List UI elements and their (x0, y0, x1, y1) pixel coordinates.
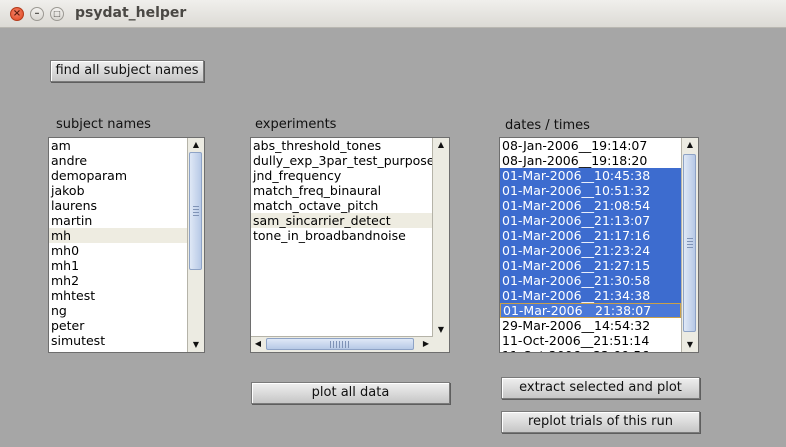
close-icon: × (12, 8, 22, 19)
subject-list-item[interactable]: jakob (49, 183, 187, 198)
experiment-list-item[interactable]: dully_exp_3par_test_purpose (251, 153, 432, 168)
scroll-corner (433, 337, 449, 352)
dates-times-label: dates / times (505, 118, 590, 133)
date-list-item[interactable]: 29-Mar-2006__14:54:32 (500, 318, 681, 333)
scroll-right-arrow-icon[interactable]: ▶ (419, 337, 433, 351)
date-list-item[interactable]: 01-Mar-2006__21:27:15 (500, 258, 681, 273)
date-list-item[interactable]: 01-Mar-2006__10:51:32 (500, 183, 681, 198)
date-list-item[interactable]: 08-Jan-2006__19:14:07 (500, 138, 681, 153)
date-list-item[interactable]: 01-Mar-2006__21:08:54 (500, 198, 681, 213)
date-list-item[interactable]: 01-Mar-2006__21:23:24 (500, 243, 681, 258)
date-list-item[interactable]: 01-Mar-2006__21:17:16 (500, 228, 681, 243)
experiment-horizontal-scrollbar[interactable]: ◀ ▶ (251, 336, 433, 352)
subject-list-item[interactable]: mh (49, 228, 187, 243)
scroll-down-arrow-icon[interactable]: ▼ (433, 323, 449, 337)
experiments-label: experiments (255, 117, 337, 132)
subject-list-item[interactable]: laurens (49, 198, 187, 213)
window-maximize-button[interactable]: □ (50, 7, 64, 21)
maximize-icon: □ (53, 9, 61, 18)
subject-names-label: subject names (56, 117, 151, 132)
subject-scroll-thumb[interactable] (189, 152, 202, 270)
subject-list-item[interactable]: martin (49, 213, 187, 228)
subject-list-item[interactable]: peter (49, 318, 187, 333)
experiment-list-item[interactable]: match_freq_binaural (251, 183, 432, 198)
date-list-item[interactable]: 01-Mar-2006__21:38:07 (500, 303, 681, 318)
dates-scroll-thumb[interactable] (683, 154, 696, 332)
subject-list-item[interactable]: mh0 (49, 243, 187, 258)
experiment-vertical-scrollbar[interactable]: ▲ ▼ (432, 138, 449, 337)
subject-list-items: am andre demoparam jakob laurens martin mh mh0 m… (49, 138, 187, 352)
experiment-list-item[interactable]: jnd_frequency (251, 168, 432, 183)
subject-list-item[interactable]: mh1 (49, 258, 187, 273)
title-bar: × – □ psydat_helper (0, 0, 786, 28)
date-list-item[interactable]: 11-Oct-2006__21:51:14 (500, 333, 681, 348)
scroll-up-arrow-icon[interactable]: ▲ (188, 138, 204, 152)
scroll-up-arrow-icon[interactable]: ▲ (682, 138, 698, 152)
scroll-left-arrow-icon[interactable]: ◀ (251, 337, 265, 351)
date-list-items: 08-Jan-2006__19:14:07 08-Jan-2006__19:18:… (500, 138, 681, 352)
subject-list-item[interactable]: andre (49, 153, 187, 168)
plot-all-data-button[interactable]: plot all data (251, 382, 450, 404)
replot-trials-of-this-run-button[interactable]: replot trials of this run (501, 411, 700, 433)
window-close-button[interactable]: × (10, 7, 24, 21)
subject-list-item[interactable]: ng (49, 303, 187, 318)
extract-selected-and-plot-button[interactable]: extract selected and plot (501, 377, 700, 399)
date-list-item[interactable]: 11-Oct-2006__22:00:56 (500, 348, 681, 352)
experiment-list-item[interactable]: tone_in_broadbandnoise (251, 228, 432, 243)
scroll-down-arrow-icon[interactable]: ▼ (682, 338, 698, 352)
scroll-down-arrow-icon[interactable]: ▼ (188, 338, 204, 352)
subject-vertical-scrollbar[interactable]: ▲ ▼ (187, 138, 204, 352)
subject-list-item[interactable]: mhtest (49, 288, 187, 303)
scroll-up-arrow-icon[interactable]: ▲ (433, 138, 449, 152)
subject-list-item[interactable]: mh2 (49, 273, 187, 288)
date-list-item[interactable]: 08-Jan-2006__19:18:20 (500, 153, 681, 168)
window-title: psydat_helper (75, 5, 187, 21)
find-all-subject-names-button[interactable]: find all subject names (50, 60, 204, 82)
window-minimize-button[interactable]: – (30, 7, 44, 21)
dates-times-listbox[interactable]: 08-Jan-2006__19:14:07 08-Jan-2006__19:18:… (499, 137, 699, 353)
experiments-listbox[interactable]: abs_threshold_tones dully_exp_3par_test_p… (250, 137, 450, 353)
subject-list-item[interactable]: demoparam (49, 168, 187, 183)
date-list-item[interactable]: 01-Mar-2006__21:34:38 (500, 288, 681, 303)
experiment-list-items: abs_threshold_tones dully_exp_3par_test_p… (251, 138, 432, 337)
experiment-list-item[interactable]: match_octave_pitch (251, 198, 432, 213)
date-list-item[interactable]: 01-Mar-2006__10:45:38 (500, 168, 681, 183)
subject-names-listbox[interactable]: am andre demoparam jakob laurens martin mh mh0 m… (48, 137, 205, 353)
subject-list-item[interactable]: simutest (49, 333, 187, 348)
dates-vertical-scrollbar[interactable]: ▲ ▼ (681, 138, 698, 352)
experiment-list-item[interactable]: sam_sincarrier_detect (251, 213, 432, 228)
minimize-icon: – (34, 8, 40, 19)
subject-list-item[interactable]: am (49, 138, 187, 153)
experiment-hscroll-thumb[interactable] (266, 338, 414, 350)
date-list-item[interactable]: 01-Mar-2006__21:13:07 (500, 213, 681, 228)
experiment-list-item[interactable]: abs_threshold_tones (251, 138, 432, 153)
date-list-item[interactable]: 01-Mar-2006__21:30:58 (500, 273, 681, 288)
